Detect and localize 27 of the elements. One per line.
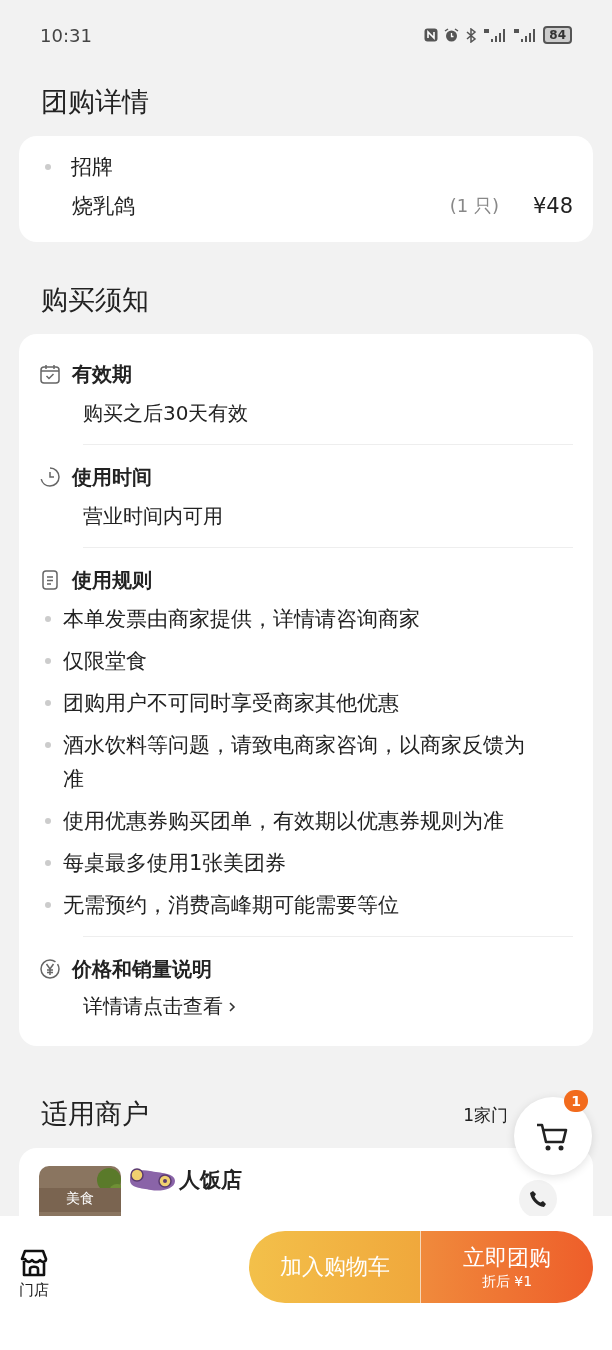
rule-text: 仅限堂食 [63,648,147,675]
notice-text: 购买之后30天有效 [83,400,250,427]
details-link[interactable]: 详情请点击查看 [83,993,237,1020]
rule-text: 每桌最多使用1张美团券 [63,850,287,877]
item-name: 烧乳鸽 [72,193,136,220]
item-price: ¥48 [532,194,573,218]
rule-text: 本单发票由商家提供，详情请咨询商家 [63,606,420,633]
notice-title: 价格和销量说明 [72,955,212,983]
store-count: 1家门 [463,1103,508,1127]
notice-title: 有效期 [72,360,132,388]
rule-text: 团购用户不可同时享受商家其他优惠 [63,690,399,717]
rule-text: 酒水饮料等问题，请致电商家咨询，以商家反馈为准 [63,732,526,793]
section-heading: 购买须知 [40,283,150,317]
rule-text: 使用优惠券购买团单，有效期以优惠券规则为准 [63,808,504,835]
item-quantity: (1 只) [449,194,499,218]
status-time: 10:31 [40,24,92,46]
notice-title: 使用规则 [72,566,152,594]
group-label: 招牌 [71,154,113,181]
notice-title: 使用时间 [72,463,152,491]
store-button[interactable]: 门店 [18,1247,50,1300]
section-heading: 适用商户 [40,1097,150,1131]
notice-text: 营业时间内可用 [83,503,224,530]
rule-text: 无需预约，消费高峰期可能需要等位 [63,892,399,919]
merchant-name: 人饭店 [179,1167,242,1194]
section-heading: 团购详情 [40,85,150,119]
battery-indicator: 84 [543,26,572,44]
cart-badge: 1 [564,1090,588,1112]
